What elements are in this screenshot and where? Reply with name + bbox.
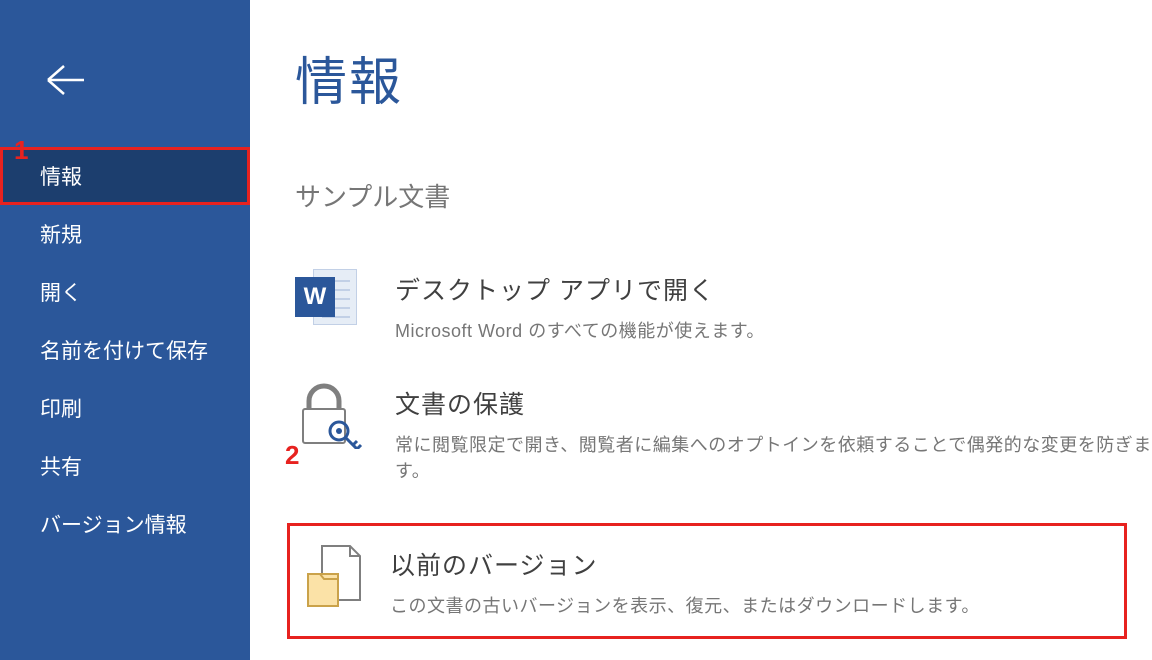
sidebar-item-share[interactable]: 共有 [0, 437, 250, 495]
sidebar-item-label: 印刷 [40, 393, 82, 423]
previous-versions-heading: 以前のバージョン [390, 546, 1104, 582]
open-in-desktop-button[interactable]: W デスクトップ アプリで開く Microsoft Word のすべての機能が使… [295, 269, 1152, 343]
previous-versions-description: この文書の古いバージョンを表示、復元、またはダウンロードします。 [390, 592, 1104, 618]
protect-document-heading: 文書の保護 [395, 385, 1152, 421]
sidebar-item-label: 情報 [40, 161, 82, 191]
protect-document-button[interactable]: 文書の保護 常に閲覧限定で開き、閲覧者に編集へのオプトインを依頼することで偶発的… [295, 383, 1152, 483]
sidebar-item-save-as[interactable]: 名前を付けて保存 [0, 321, 250, 379]
backstage-sidebar: 情報 新規 開く 名前を付けて保存 印刷 共有 バージョン情報 [0, 0, 250, 660]
annotation-2: 2 [285, 440, 299, 471]
page-title: 情報 [295, 40, 1152, 115]
open-in-desktop-description: Microsoft Word のすべての機能が使えます。 [395, 317, 1152, 343]
sidebar-item-label: 名前を付けて保存 [40, 335, 208, 365]
version-history-icon [290, 544, 390, 616]
open-in-desktop-heading: デスクトップ アプリで開く [395, 271, 1152, 307]
sidebar-item-label: バージョン情報 [40, 509, 187, 539]
sidebar-item-info[interactable]: 情報 [0, 147, 250, 205]
sidebar-item-print[interactable]: 印刷 [0, 379, 250, 437]
sidebar-item-new[interactable]: 新規 [0, 205, 250, 263]
document-title: サンプル文書 [295, 177, 1152, 214]
annotation-1: 1 [14, 135, 28, 166]
back-button[interactable] [0, 12, 250, 147]
sidebar-item-label: 共有 [40, 451, 82, 481]
previous-versions-button[interactable]: 以前のバージョン この文書の古いバージョンを表示、復元、またはダウンロードします… [287, 523, 1127, 639]
sidebar-item-open[interactable]: 開く [0, 263, 250, 321]
word-app-icon: W [295, 269, 395, 341]
main-content: 情報 サンプル文書 W デスクトップ アプリで開く Microsoft Word… [250, 0, 1152, 660]
sidebar-item-label: 新規 [40, 219, 82, 249]
protect-document-description: 常に閲覧限定で開き、閲覧者に編集へのオプトインを依頼することで偶発的な変更を防ぎ… [395, 431, 1152, 483]
back-arrow-icon [42, 60, 90, 100]
sidebar-item-about[interactable]: バージョン情報 [0, 495, 250, 553]
sidebar-item-label: 開く [40, 277, 82, 307]
lock-key-icon [295, 383, 395, 455]
